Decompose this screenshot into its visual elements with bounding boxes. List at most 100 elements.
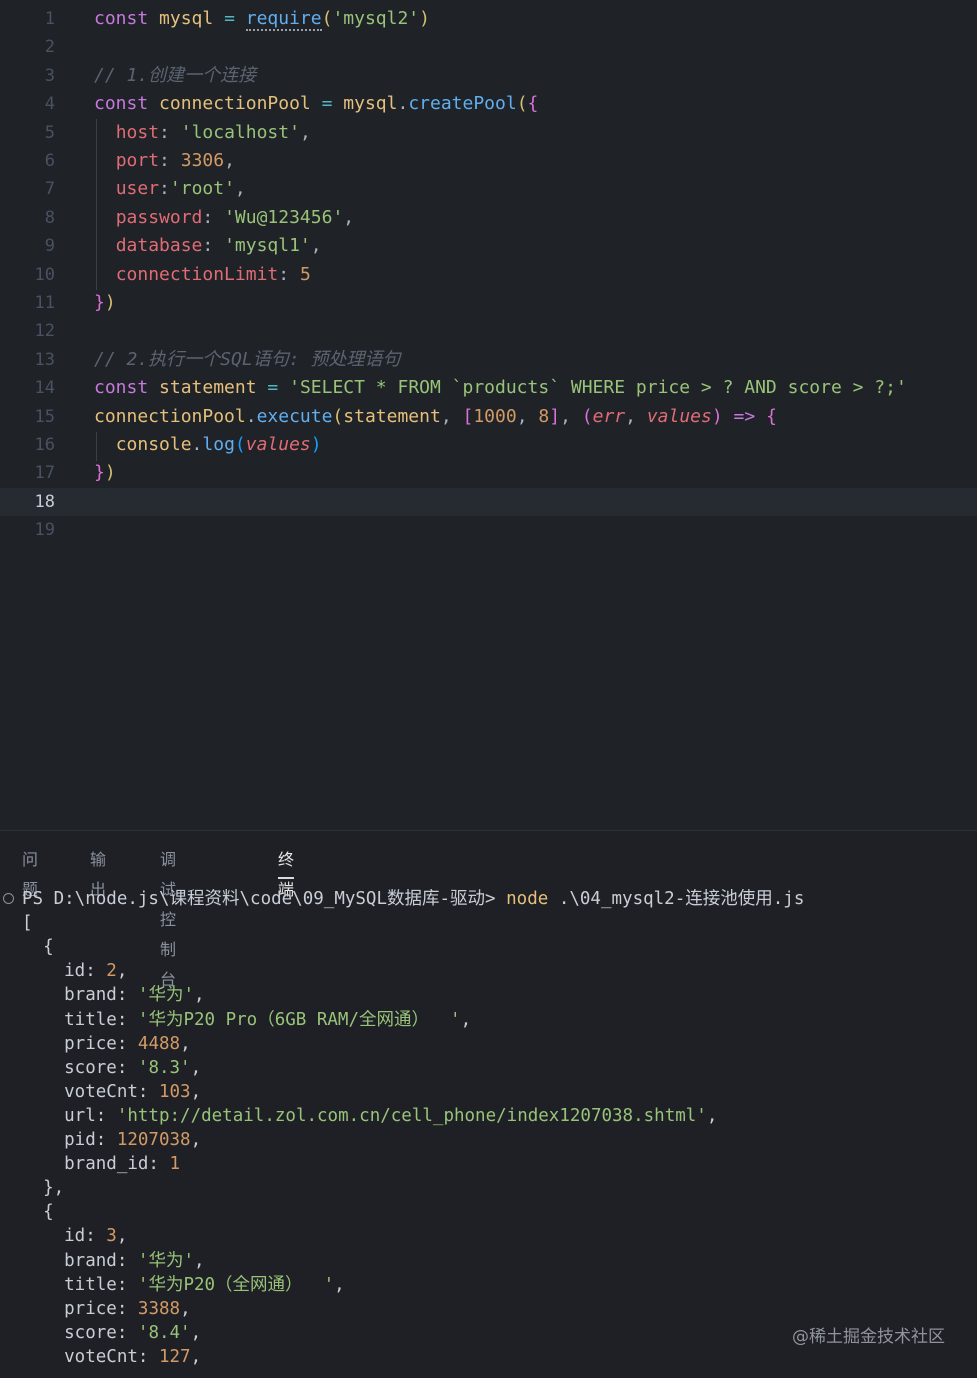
line-number: 10 (34, 264, 55, 285)
code-line[interactable]: 14 const statement = 'SELECT * FROM `prod… (0, 374, 977, 402)
terminal-token: , (193, 1250, 205, 1271)
line-number: 11 (34, 293, 55, 313)
code-text: password: 'Wu@123456', (94, 204, 354, 232)
code-token: = (224, 8, 235, 29)
code-token: , (625, 405, 647, 427)
code-token: password (115, 206, 203, 228)
code-token: ) (104, 292, 116, 313)
code-line[interactable]: 16 console.log(values) (0, 431, 977, 459)
code-token: 'mysql1' (224, 235, 311, 257)
code-token: ) (711, 405, 723, 427)
code-token: { (527, 93, 539, 115)
terminal-token: 4488 (137, 1033, 181, 1054)
code-token: values (646, 405, 712, 427)
terminal-line: voteCnt: 127, (22, 1345, 201, 1369)
code-token: database (115, 235, 203, 257)
code-token: statement (159, 377, 257, 399)
code-text: // 2.执行一个SQL语句: 预处理语句 (94, 346, 400, 374)
code-token: ( (234, 434, 246, 455)
terminal-token: , (190, 1346, 202, 1367)
code-line[interactable]: 9 database: 'mysql1', (0, 232, 977, 260)
code-token: ] (549, 405, 561, 427)
code-token: : (202, 235, 225, 257)
terminal-token: .\04_mysql2-连接池使用.js (548, 889, 805, 909)
code-token: , (310, 235, 322, 257)
terminal-line: title: '华为P20（全网通） ', (22, 1273, 345, 1297)
terminal-token: 2 (106, 961, 117, 982)
terminal-token: '华为' (137, 1250, 194, 1271)
code-token: , (224, 150, 235, 171)
code-token: // 2.执行一个SQL语句: 预处理语句 (94, 348, 401, 370)
code-line[interactable]: 7 user:'root', (0, 175, 977, 203)
terminal-token: voteCnt: (22, 1081, 159, 1102)
panel-tab[interactable]: 问题 (22, 845, 38, 899)
code-line[interactable]: 2 (0, 33, 977, 61)
code-token: ( (332, 405, 344, 427)
code-token: const (94, 93, 149, 115)
code-line[interactable]: 5 host: 'localhost', (0, 119, 977, 147)
code-line[interactable]: 11}) (0, 289, 977, 317)
terminal-line: [ (22, 911, 33, 935)
code-text: }) (94, 459, 116, 487)
terminal-token: url: (22, 1105, 117, 1126)
terminal-line: { (22, 1200, 54, 1224)
code-line[interactable]: 10 connectionLimit: 5 (0, 261, 977, 289)
panel-tab[interactable]: 输出 (90, 845, 106, 899)
terminal-token: voteCnt: (22, 1346, 159, 1367)
terminal-token: , (190, 1130, 202, 1150)
code-token: 'SELECT * FROM `products` WHERE price > … (289, 377, 907, 399)
terminal-token: , (116, 961, 128, 982)
code-token: ( (581, 405, 593, 427)
line-number: 9 (44, 236, 55, 257)
terminal-token: 1207038 (116, 1130, 191, 1150)
terminal-line: brand_id: 1 (22, 1152, 180, 1176)
terminal-token: 1 (169, 1154, 181, 1175)
line-number: 5 (44, 122, 55, 143)
line-number: 1 (44, 9, 55, 29)
code-line[interactable]: 1 const mysql = require('mysql2') (0, 5, 977, 33)
code-token: , (560, 405, 582, 427)
code-line[interactable]: 4 const connectionPool = mysql.createPool… (0, 90, 977, 118)
code-line[interactable]: 13 // 2.执行一个SQL语句: 预处理语句 (0, 346, 977, 374)
code-token: port (115, 150, 160, 171)
line-number: 6 (44, 151, 55, 171)
code-token: log (202, 434, 235, 455)
panel-tab[interactable]: 终端 (278, 845, 295, 899)
code-token: : (159, 150, 181, 171)
code-line[interactable]: 3 // 1.创建一个连接 (0, 62, 977, 90)
line-number: 17 (34, 463, 55, 484)
terminal-token: '8.4' (137, 1322, 191, 1343)
code-token: mysql (159, 8, 214, 29)
panel-tab[interactable]: 调试控制台 (160, 845, 176, 989)
code-editor[interactable]: 1 const mysql = require('mysql2') 2 3// 1.创… (0, 0, 977, 830)
terminal-status-icon (3, 893, 14, 904)
terminal-token: brand: (22, 985, 138, 1006)
code-token: 'root' (169, 178, 235, 200)
code-token: { (766, 405, 777, 427)
code-token: , (299, 121, 311, 143)
code-line[interactable]: 6 port: 3306, (0, 147, 977, 175)
terminal-token: score: (22, 1322, 138, 1343)
code-line[interactable]: 12 (0, 317, 977, 345)
terminal-token: '华为P20（全网通） ' (137, 1274, 335, 1295)
code-line[interactable]: 18 (0, 487, 977, 517)
code-token: , (343, 206, 355, 228)
terminal-token: , (706, 1105, 718, 1126)
code-line[interactable]: 15 connectionPool.execute(statement, [100… (0, 403, 977, 431)
code-line[interactable]: 8 password: 'Wu@123456', (0, 204, 977, 232)
code-line[interactable]: 19 (0, 516, 977, 544)
terminal-line: brand: '华为', (22, 983, 204, 1007)
code-token: : (278, 263, 300, 285)
code-line[interactable]: 17}) (0, 459, 977, 487)
code-token: => (733, 405, 756, 427)
code-token: err (592, 405, 626, 427)
code-token: , (234, 178, 246, 200)
terminal-line: voteCnt: 103, (22, 1080, 201, 1104)
line-number: 16 (34, 435, 55, 455)
code-token: 1000 (473, 405, 517, 427)
